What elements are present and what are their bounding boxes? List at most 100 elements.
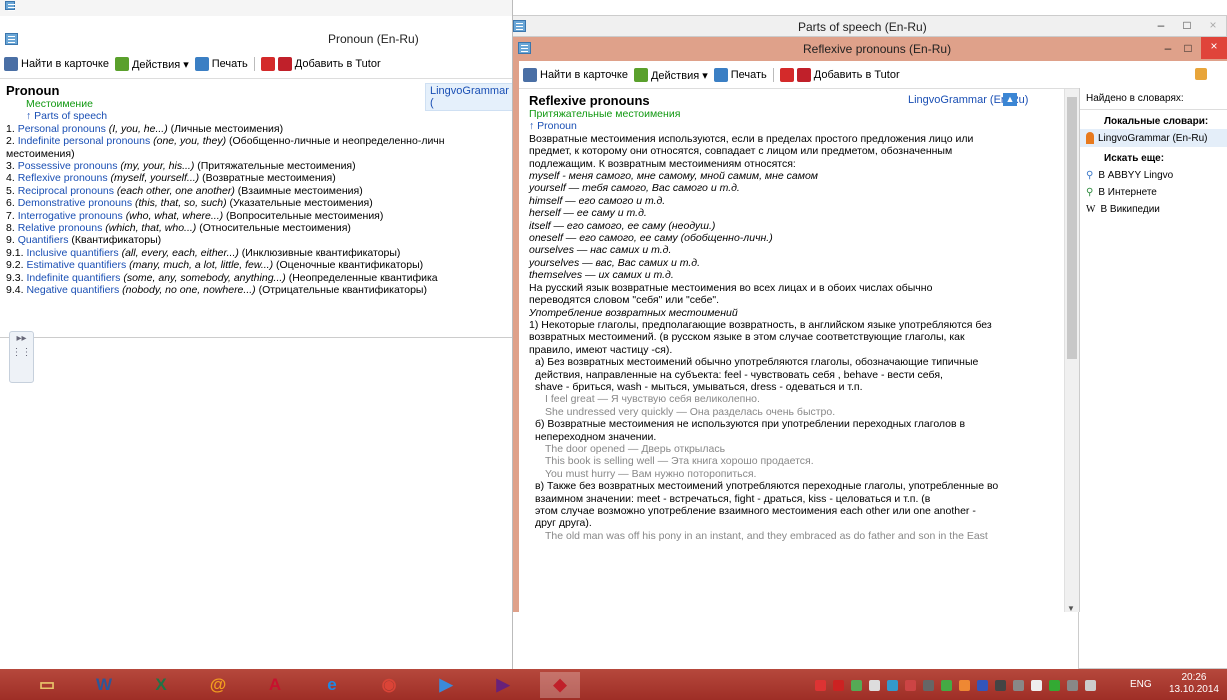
pronoun-window: Pronoun (En-Ru) Найти в карточке Действи…: [0, 0, 513, 669]
tray-icon[interactable]: [1085, 680, 1096, 691]
internet-explorer-icon[interactable]: e: [312, 672, 352, 698]
print-button[interactable]: Печать: [194, 57, 248, 71]
tray-icon[interactable]: [959, 680, 970, 691]
media-player-icon[interactable]: ▶: [426, 672, 466, 698]
tray-icon[interactable]: [851, 680, 862, 691]
scrollbar-thumb[interactable]: [1067, 97, 1077, 359]
language-indicator[interactable]: ENG: [1130, 679, 1152, 690]
word-icon[interactable]: W: [84, 672, 124, 698]
item-link[interactable]: Possessive pronouns: [18, 160, 118, 172]
tray-icon[interactable]: [941, 680, 952, 691]
up-link[interactable]: ↑ Pronoun: [529, 120, 998, 132]
item-link[interactable]: Estimative quantifiers: [26, 259, 126, 271]
article-line: переводятся словом "себя" или "себе".: [529, 294, 720, 307]
tray-icon[interactable]: [1013, 680, 1024, 691]
toolbar-separator: [772, 68, 774, 82]
item-link[interactable]: Negative quantifiers: [26, 284, 119, 296]
tray-icon[interactable]: [905, 680, 916, 691]
visual-studio-icon[interactable]: ▶: [483, 672, 523, 698]
tray-icon[interactable]: [923, 680, 934, 691]
scroll-down-arrow-icon[interactable]: ▼: [1067, 604, 1075, 612]
close-button[interactable]: ×: [1200, 16, 1226, 36]
search-internet[interactable]: ⚲ В Интернете: [1080, 184, 1227, 201]
dictionary-item[interactable]: LingvoGrammar (En-Ru): [1080, 129, 1227, 147]
actions-button[interactable]: Действия ▾: [633, 68, 708, 82]
article-line: This book is selling well — Эта книга хо…: [545, 455, 814, 468]
find-in-card-button[interactable]: Найти в карточке: [523, 68, 628, 82]
tray-icon[interactable]: [887, 680, 898, 691]
item-link[interactable]: Personal pronouns: [18, 123, 106, 135]
side-panel: Найдено в словарях: Локальные словари: L…: [1079, 88, 1227, 612]
item-link[interactable]: Quantifiers: [18, 234, 69, 246]
maximize-button[interactable]: □: [1175, 39, 1201, 59]
pronoun-card: LingvoGrammar ( Pronoun Местоимение ↑ Pa…: [0, 78, 512, 669]
maximize-button[interactable]: □: [1174, 16, 1200, 36]
search-icon: ⚲: [1086, 170, 1094, 181]
add-to-tutor-button[interactable]: Добавить в Tutor: [779, 68, 900, 82]
article-line: yourselves — вас, Вас самих и т.д.: [529, 256, 701, 269]
pronoun-list-item: 9.1. Inclusive quantifiers (all, every, …: [6, 247, 445, 259]
article-line: ourselves — нас самих и т.д.: [529, 244, 672, 257]
tray-icon[interactable]: [869, 680, 880, 691]
panel-toggle-handle[interactable]: ▸▸ ⋮⋮: [9, 331, 34, 383]
item-translation: (Вопросительные местоимения): [223, 209, 384, 222]
search-wikipedia[interactable]: WВ Википедии: [1080, 201, 1227, 218]
item-examples: (which, that, who...): [105, 222, 197, 235]
article-line: друг друга).: [535, 517, 592, 530]
printer-icon: [713, 68, 728, 82]
tray-icon[interactable]: [833, 680, 844, 691]
item-translation: (Инклюзивные квантификаторы): [238, 246, 401, 259]
item-examples: (some, any, somebody, anything...): [123, 271, 286, 284]
file-explorer-icon[interactable]: ▭: [27, 672, 67, 698]
highlighter-icon[interactable]: [1195, 68, 1207, 80]
tray-icon[interactable]: [977, 680, 988, 691]
tray-icon[interactable]: [815, 680, 826, 691]
clock[interactable]: 20:26 13.10.2014: [1169, 672, 1219, 696]
item-translation: (Указательные местоимения): [226, 197, 373, 210]
tray-icon[interactable]: [1049, 680, 1060, 691]
tray-icon[interactable]: [1031, 680, 1042, 691]
scroll-up-icon[interactable]: ▲: [1003, 93, 1017, 106]
item-link[interactable]: Demonstrative pronouns: [18, 197, 132, 209]
article-line: yourself — тебя самого, Вас самого и т.д…: [529, 182, 740, 195]
search-abbyy-lingvo[interactable]: ⚲ В ABBYY Lingvo: [1080, 167, 1227, 184]
reflexive-toolbar: Найти в карточке Действия ▾ Печать Добав…: [519, 64, 1227, 86]
minimize-button[interactable]: –: [1148, 16, 1174, 36]
excel-icon[interactable]: X: [141, 672, 181, 698]
print-button[interactable]: Печать: [713, 68, 767, 82]
lingvo-flame-icon: [1086, 132, 1094, 144]
tray-icon[interactable]: [1067, 680, 1078, 691]
actions-button[interactable]: Действия ▾: [114, 57, 189, 71]
item-link[interactable]: Inclusive quantifiers: [26, 247, 118, 259]
item-translation: (Личные местоимения): [167, 122, 284, 135]
pronoun-list-item: 2. Indefinite personal pronouns (one, yo…: [6, 135, 445, 147]
clock-date: 13.10.2014: [1168, 684, 1219, 695]
item-link[interactable]: Interrogative pronouns: [18, 210, 123, 222]
tray-icon[interactable]: [995, 680, 1006, 691]
close-button[interactable]: ×: [1201, 37, 1227, 59]
item-link[interactable]: Indefinite quantifiers: [26, 272, 120, 284]
wikipedia-icon: W: [1086, 204, 1096, 215]
side-panel-lower: [1078, 612, 1227, 669]
card-subtitle: Местоимение: [26, 98, 93, 110]
add-to-tutor-button[interactable]: Добавить в Tutor: [260, 57, 381, 71]
item-link[interactable]: Reflexive pronouns: [18, 172, 108, 184]
chrome-icon[interactable]: ◉: [369, 672, 409, 698]
clock-time: 20:26: [1181, 672, 1207, 683]
local-dicts-label: Локальные словари:: [1104, 116, 1209, 127]
acrobat-icon[interactable]: A: [255, 672, 295, 698]
article-line: She undressed very quickly — Она раздела…: [545, 405, 836, 418]
article-line: действия, направленные на субъекта: feel…: [535, 368, 943, 381]
mail-agent-icon[interactable]: @: [198, 672, 238, 698]
item-link[interactable]: Reciprocal pronouns: [18, 185, 114, 197]
item-link[interactable]: Indefinite personal pronouns: [18, 135, 151, 147]
up-link[interactable]: ↑ Parts of speech: [6, 110, 445, 122]
item-examples: (this, that, so, such): [135, 197, 227, 210]
item-link[interactable]: Relative pronouns: [18, 222, 103, 234]
find-in-card-button[interactable]: Найти в карточке: [4, 57, 109, 71]
pronoun-list-item: 9.3. Indefinite quantifiers (some, any, …: [6, 272, 445, 284]
lingvo-icon[interactable]: ◆: [540, 672, 580, 698]
scrollbar[interactable]: ▼: [1064, 89, 1079, 612]
article-line: oneself — его самого, ее саму (обобщенно…: [529, 232, 773, 245]
article-line: этом случае возможно употребление взаимн…: [535, 505, 976, 517]
